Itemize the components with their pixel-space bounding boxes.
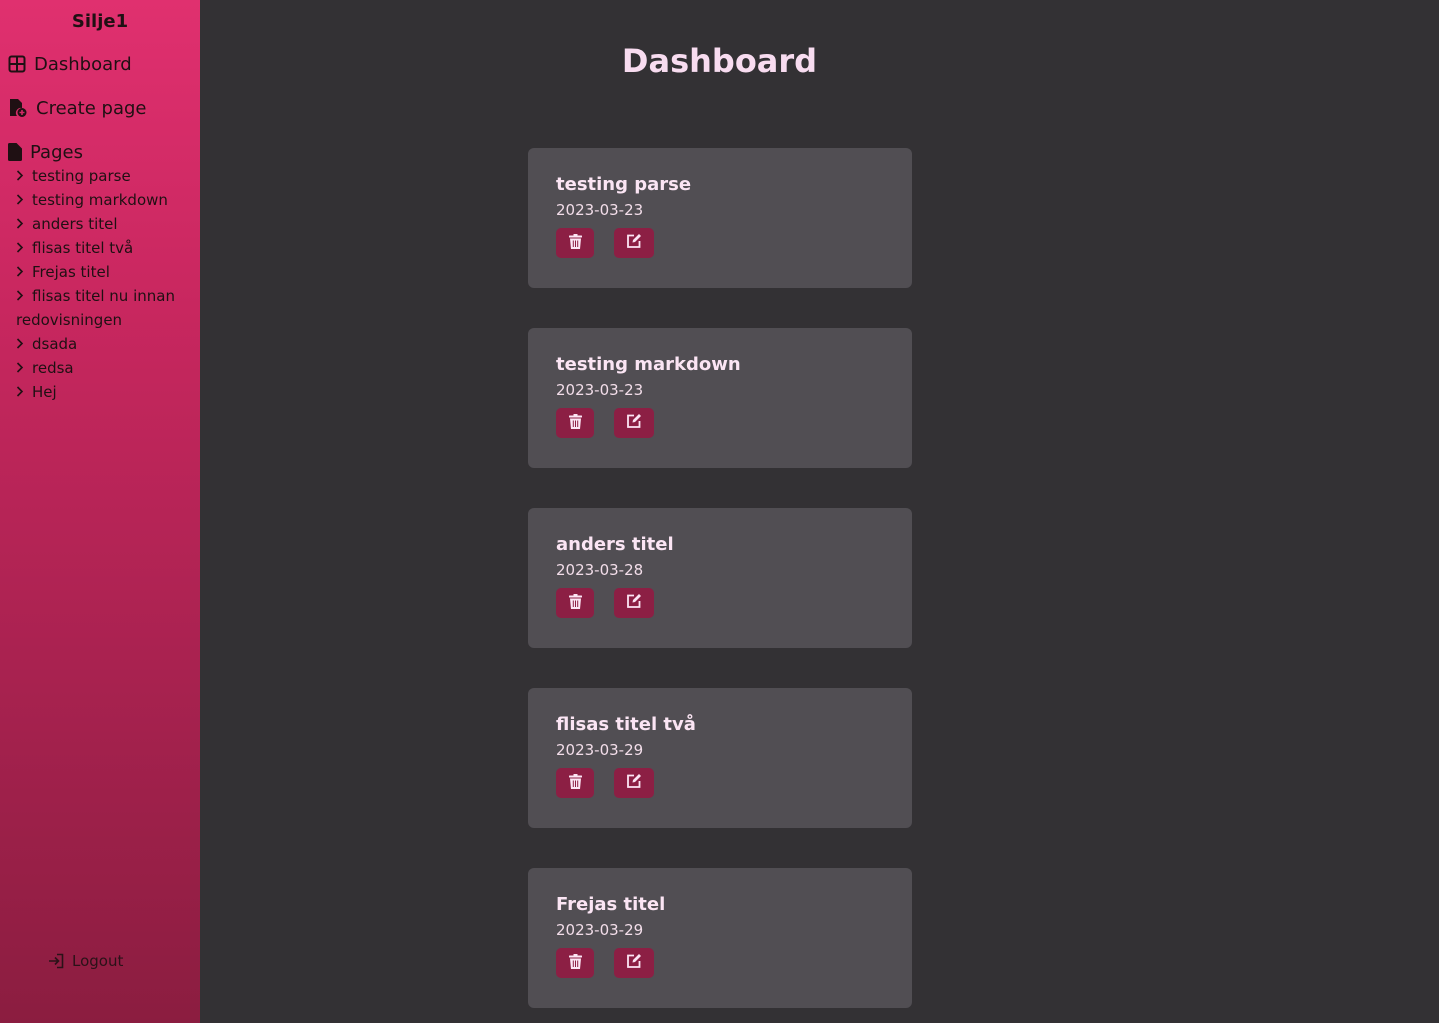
nav-create-page[interactable]: Create page <box>0 96 200 120</box>
edit-button[interactable] <box>614 228 654 258</box>
card-title: flisas titel två <box>556 714 696 735</box>
page-link[interactable]: Hej <box>16 380 192 404</box>
card-date: 2023-03-29 <box>556 741 644 759</box>
chevron-right-icon <box>16 260 32 284</box>
card-title: anders titel <box>556 534 674 555</box>
delete-button[interactable] <box>556 768 594 798</box>
trash-icon <box>568 953 582 973</box>
chevron-right-icon <box>16 332 32 356</box>
card-date: 2023-03-23 <box>556 201 644 219</box>
page-link[interactable]: dsada <box>16 332 192 356</box>
page-title: Dashboard <box>621 42 818 80</box>
page-card: Frejas titel 2023-03-29 <box>528 868 912 1008</box>
delete-button[interactable] <box>556 948 594 978</box>
nav-pages[interactable]: Pages <box>0 140 200 164</box>
nav-dashboard[interactable]: Dashboard <box>0 52 200 76</box>
page-link[interactable]: flisas titel nu innan redovisningen <box>0 284 192 332</box>
page-link[interactable]: testing markdown <box>16 188 192 212</box>
page-link[interactable]: redsa <box>16 356 192 380</box>
page-link[interactable]: anders titel <box>16 212 192 236</box>
brand-name: Silje1 <box>71 11 129 32</box>
page-card: testing parse 2023-03-23 <box>528 148 912 288</box>
sign-in-icon <box>48 953 64 969</box>
chevron-right-icon <box>16 212 32 236</box>
logout-button[interactable]: Logout <box>48 952 123 970</box>
edit-button[interactable] <box>614 768 654 798</box>
card-title: testing parse <box>556 174 692 195</box>
trash-icon <box>568 413 582 433</box>
chevron-right-icon <box>16 164 32 188</box>
main-content: Dashboard testing parse 2023-03-23 testi… <box>200 0 1439 1023</box>
edit-button[interactable] <box>614 948 654 978</box>
chevron-right-icon <box>16 188 32 212</box>
chevron-right-icon <box>16 284 32 308</box>
logout-label: Logout <box>72 952 124 970</box>
chevron-right-icon <box>16 356 32 380</box>
edit-icon <box>626 773 642 793</box>
chevron-right-icon <box>16 380 32 404</box>
chevron-right-icon <box>16 236 32 260</box>
edit-button[interactable] <box>614 408 654 438</box>
page-link[interactable]: Frejas titel <box>16 260 192 284</box>
card-title: Frejas titel <box>556 894 666 915</box>
card-date: 2023-03-23 <box>556 381 644 399</box>
nav-pages-label: Pages <box>30 141 83 163</box>
trash-icon <box>568 773 582 793</box>
delete-button[interactable] <box>556 408 594 438</box>
page-card: testing markdown 2023-03-23 <box>528 328 912 468</box>
page-card: anders titel 2023-03-28 <box>528 508 912 648</box>
nav-dashboard-label: Dashboard <box>34 53 132 75</box>
sidebar: Silje1 Dashboard Create page Pages testi… <box>0 0 200 1023</box>
delete-button[interactable] <box>556 228 594 258</box>
file-icon <box>8 143 22 161</box>
pages-list: testing parse testing markdown anders ti… <box>0 164 200 404</box>
page-link[interactable]: flisas titel två <box>16 236 192 260</box>
page-card: flisas titel två 2023-03-29 <box>528 688 912 828</box>
edit-icon <box>626 593 642 613</box>
trash-icon <box>568 233 582 253</box>
edit-button[interactable] <box>614 588 654 618</box>
edit-icon <box>626 413 642 433</box>
edit-icon <box>626 953 642 973</box>
file-add-icon <box>8 98 28 118</box>
grid-icon <box>8 55 26 73</box>
nav-create-page-label: Create page <box>36 97 147 119</box>
card-date: 2023-03-29 <box>556 921 644 939</box>
trash-icon <box>568 593 582 613</box>
card-title: testing markdown <box>556 354 741 375</box>
page-link[interactable]: testing parse <box>16 164 192 188</box>
edit-icon <box>626 233 642 253</box>
card-date: 2023-03-28 <box>556 561 644 579</box>
delete-button[interactable] <box>556 588 594 618</box>
